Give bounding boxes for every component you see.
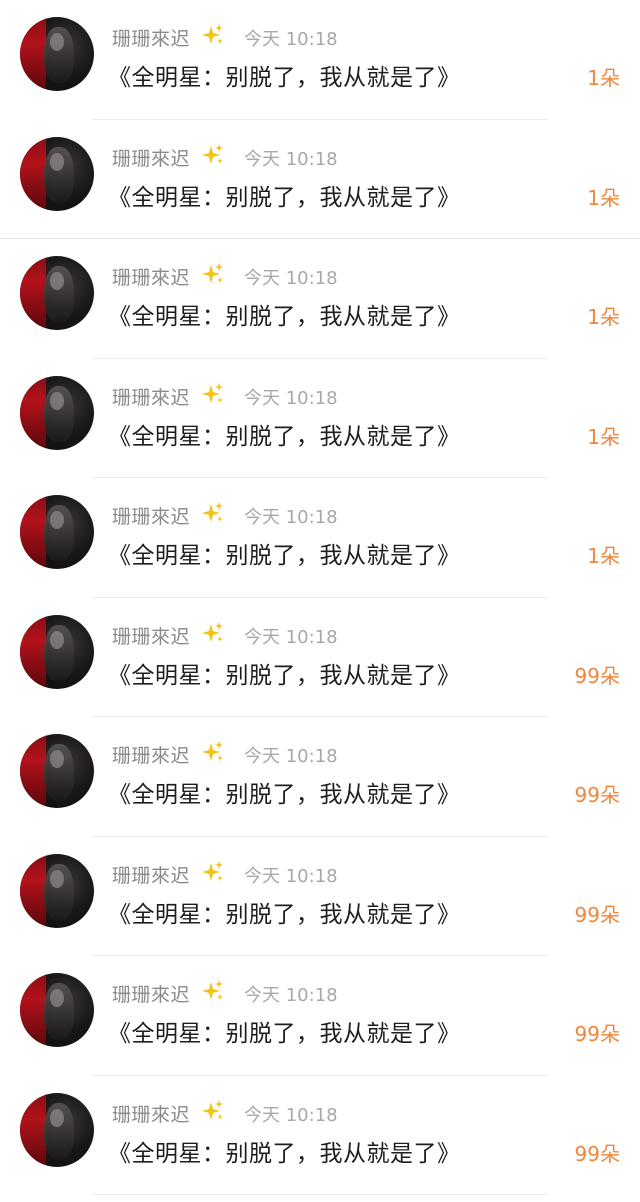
flower-count: 1朵 [587,544,620,568]
flower-count: 99朵 [574,902,620,927]
avatar-face [50,152,64,171]
avatar[interactable] [20,853,94,928]
avatar-face [50,511,64,529]
sparkle-icon [202,382,223,403]
username[interactable]: 珊珊來迟 [112,980,190,1007]
username[interactable]: 珊珊來迟 [112,144,190,171]
divider [92,1194,548,1195]
flower-count: 99朵 [574,1022,620,1046]
list-item[interactable]: 珊珊來迟 今天 10:18 《全明星：别脱了，我从就是了》 99朵 [0,837,640,956]
sparkle-icon [202,1099,223,1120]
list-item[interactable]: 珊珊來迟 今天 10:18 《全明星：别脱了，我从就是了》 1朵 [0,478,640,598]
username[interactable]: 珊珊來迟 [112,24,190,51]
sparkle-icon [202,621,223,642]
list-item[interactable]: 珊珊來迟 今天 10:18 《全明星：别脱了，我从就是了》 99朵 [0,598,640,717]
timestamp: 今天 10:18 [244,746,338,767]
timestamp: 今天 10:18 [244,148,338,170]
avatar-face [50,630,64,649]
avatar[interactable] [20,17,94,91]
avatar[interactable] [20,973,94,1047]
avatar[interactable] [20,734,94,808]
avatar[interactable] [20,614,94,689]
sparkle-icon [202,980,223,1000]
avatar-background [20,734,46,808]
timestamp: 今天 10:18 [244,985,338,1006]
avatar[interactable] [20,375,94,450]
sparkle-icon [202,741,223,761]
timestamp: 今天 10:18 [244,1104,338,1126]
message-text: 《全明星：别脱了，我从就是了》 [108,1021,461,1047]
timestamp: 今天 10:18 [244,268,338,289]
list-item[interactable]: 珊珊來迟 今天 10:18 《全明星：别脱了，我从就是了》 1朵 [0,359,640,478]
avatar[interactable] [20,256,94,330]
gift-list: 珊珊來迟 今天 10:18 《全明星：别脱了，我从就是了》 1朵 珊珊來迟 今天… [0,0,640,1195]
username[interactable]: 珊珊來迟 [112,622,190,649]
avatar-face [50,869,64,888]
sparkle-icon [202,860,223,881]
avatar-face [50,989,64,1007]
message-text: 《全明星：别脱了，我从就是了》 [108,304,461,330]
message-text: 《全明星：别脱了，我从就是了》 [108,1140,461,1167]
list-item[interactable]: 珊珊來迟 今天 10:18 《全明星：别脱了，我从就是了》 99朵 [0,956,640,1076]
message-text: 《全明星：别脱了，我从就是了》 [108,782,461,808]
username[interactable]: 珊珊來迟 [112,263,190,290]
list-item[interactable]: 珊珊來迟 今天 10:18 《全明星：别脱了，我从就是了》 1朵 [0,0,640,120]
flower-count: 1朵 [587,424,620,449]
timestamp: 今天 10:18 [244,626,338,648]
flower-count: 1朵 [587,185,620,210]
message-text: 《全明星：别脱了，我从就是了》 [108,662,461,689]
avatar-background [20,495,46,569]
username[interactable]: 珊珊來迟 [112,502,190,529]
avatar-background [20,375,46,450]
message-text: 《全明星：别脱了，我从就是了》 [108,65,461,91]
avatar-face [50,33,64,51]
message-text: 《全明星：别脱了，我从就是了》 [108,543,461,569]
avatar-background [20,614,46,689]
timestamp: 今天 10:18 [244,507,338,528]
avatar-background [20,973,46,1047]
avatar-background [20,1092,46,1167]
avatar-background [20,853,46,928]
message-text: 《全明星：别脱了，我从就是了》 [108,184,461,211]
message-text: 《全明星：别脱了，我从就是了》 [108,423,461,450]
list-item[interactable]: 珊珊來迟 今天 10:18 《全明星：别脱了，我从就是了》 99朵 [0,1076,640,1195]
avatar[interactable] [20,1092,94,1167]
username[interactable]: 珊珊來迟 [112,1100,190,1127]
avatar[interactable] [20,495,94,569]
sparkle-icon [202,143,223,164]
username[interactable]: 珊珊來迟 [112,741,190,768]
avatar-face [50,1108,64,1127]
avatar-background [20,256,46,330]
avatar-face [50,750,64,768]
flower-count: 99朵 [574,783,620,807]
avatar-face [50,272,64,290]
timestamp: 今天 10:18 [244,29,338,50]
avatar[interactable] [20,136,94,211]
avatar-background [20,17,46,91]
list-item[interactable]: 珊珊來迟 今天 10:18 《全明星：别脱了，我从就是了》 99朵 [0,717,640,837]
avatar-face [50,391,64,410]
list-item[interactable]: 珊珊來迟 今天 10:18 《全明星：别脱了，我从就是了》 1朵 [0,120,640,239]
flower-count: 1朵 [587,305,620,329]
flower-count: 1朵 [587,66,620,90]
timestamp: 今天 10:18 [244,865,338,887]
avatar-background [20,136,46,211]
username[interactable]: 珊珊來迟 [112,861,190,888]
flower-count: 99朵 [574,1141,620,1166]
sparkle-icon [202,502,223,522]
timestamp: 今天 10:18 [244,387,338,409]
list-item[interactable]: 珊珊來迟 今天 10:18 《全明星：别脱了，我从就是了》 1朵 [0,239,640,359]
flower-count: 99朵 [574,663,620,688]
sparkle-icon [202,263,223,283]
sparkle-icon [202,24,223,44]
username[interactable]: 珊珊來迟 [112,383,190,410]
message-text: 《全明星：别脱了，我从就是了》 [108,901,461,928]
